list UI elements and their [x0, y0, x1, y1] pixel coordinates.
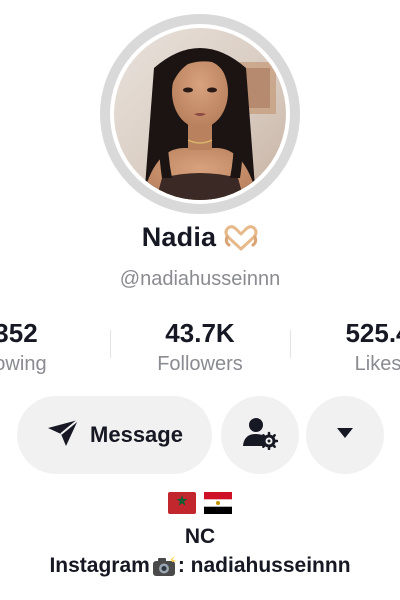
bio-instagram-line: Instagram : nadiahusseinnn — [0, 554, 400, 578]
caret-down-icon — [336, 426, 354, 444]
message-button[interactable]: Message — [17, 396, 212, 474]
display-name: Nadia — [141, 222, 217, 252]
instagram-handle: : nadiahusseinnn — [177, 554, 351, 577]
morocco-flag-icon — [168, 492, 196, 519]
bio-line: NC — [184, 525, 216, 548]
followers-count: 43.7K — [165, 318, 235, 348]
avatar-image — [114, 28, 286, 200]
stat-likes[interactable]: 525.4 Likes — [318, 318, 400, 376]
likes-count: 525.4 — [345, 318, 400, 348]
name-row: Nadia — [0, 222, 400, 253]
following-count: 352 — [0, 318, 38, 348]
stats-divider — [290, 330, 291, 358]
add-friend-button[interactable] — [221, 396, 299, 474]
stats-bar: 352 llowing 43.7K Followers 525.4 Likes — [0, 318, 400, 380]
stat-followers[interactable]: 43.7K Followers — [140, 318, 260, 376]
followers-label: Followers — [157, 353, 243, 375]
egypt-flag-icon — [203, 491, 233, 519]
message-label: Message — [90, 422, 183, 447]
following-label: llowing — [0, 353, 47, 375]
avatar-ring[interactable] — [100, 14, 300, 214]
send-arrow-icon — [46, 418, 80, 453]
likes-label: Likes — [354, 353, 400, 375]
flag-row — [0, 491, 400, 519]
user-settings-icon — [242, 416, 279, 455]
avatar[interactable] — [110, 24, 290, 204]
username: @nadiahusseinnn — [119, 268, 281, 290]
more-button[interactable] — [306, 396, 384, 474]
instagram-prefix: Instagram — [49, 554, 150, 577]
heart-hands-icon — [224, 224, 258, 251]
camera-flash-icon — [151, 554, 177, 578]
profile-page: Nadia @nadiahusseinnn 352 llowing 43.7K … — [0, 0, 400, 600]
stat-following[interactable]: 352 llowing — [0, 318, 76, 376]
stats-divider — [110, 330, 111, 358]
